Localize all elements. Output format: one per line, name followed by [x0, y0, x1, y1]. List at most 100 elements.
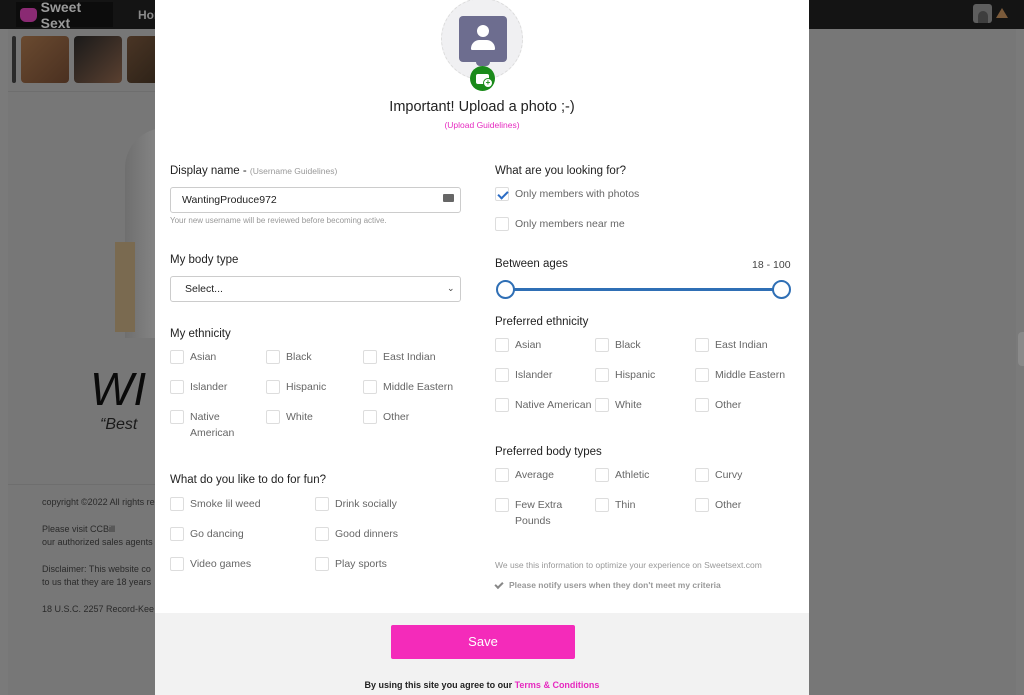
fun-label: What do you like to do for fun?: [170, 474, 326, 486]
divider: [8, 484, 158, 485]
checkbox-icon[interactable]: [495, 338, 509, 352]
preferred-body-checkbox[interactable]: Average: [495, 467, 580, 483]
looking-for-checkbox[interactable]: Only members with photos: [495, 186, 775, 202]
footer-disclaimer: Disclaimer: This website co: [42, 564, 151, 574]
ethnicity-checkbox[interactable]: Hispanic: [266, 379, 356, 395]
preferred-ethnicity-checkbox[interactable]: Black: [595, 337, 690, 353]
looking-for-checkbox[interactable]: Only members near me: [495, 216, 775, 232]
side-tab-handle[interactable]: [1018, 332, 1024, 366]
ethnicity-checkbox[interactable]: White: [266, 409, 356, 425]
checkbox-icon[interactable]: [495, 368, 509, 382]
preferred-ethnicity-checkbox[interactable]: Other: [695, 397, 805, 413]
upload-guidelines-link[interactable]: (Upload Guidelines): [155, 120, 809, 130]
ethnicity-option-label: Islander: [190, 381, 228, 393]
fun-option-label: Drink socially: [335, 498, 397, 510]
avatar-placeholder-icon[interactable]: [459, 16, 507, 62]
password-manager-icon[interactable]: [443, 194, 454, 202]
preferred-ethnicity-checkbox[interactable]: Islander: [495, 367, 595, 383]
ages-slider-min-handle[interactable]: [496, 280, 515, 299]
fun-checkbox[interactable]: Go dancing: [170, 526, 310, 542]
footer-2257: 18 U.S.C. 2257 Record-Kee: [42, 604, 155, 614]
checkbox-icon[interactable]: [266, 350, 280, 364]
add-photo-button[interactable]: [470, 66, 495, 91]
checkbox-icon[interactable]: [363, 350, 377, 364]
profile-modal: Important! Upload a photo ;-) (Upload Gu…: [155, 0, 809, 695]
checkbox-icon[interactable]: [495, 217, 509, 231]
ethnicity-checkbox[interactable]: Other: [363, 409, 463, 425]
checkbox-icon[interactable]: [170, 410, 184, 424]
checkbox-icon[interactable]: [595, 398, 609, 412]
checkbox-icon[interactable]: [695, 368, 709, 382]
looking-for-label: What are you looking for?: [495, 165, 627, 177]
user-avatar-icon[interactable]: [973, 4, 992, 23]
checkbox-icon[interactable]: [595, 368, 609, 382]
checkbox-icon[interactable]: [695, 468, 709, 482]
checkbox-icon[interactable]: [363, 380, 377, 394]
ethnicity-checkbox[interactable]: Native American: [170, 409, 260, 441]
divider: [8, 91, 158, 92]
preferred-ethnicity-option-label: White: [615, 399, 642, 411]
preferred-ethnicity-checkbox[interactable]: White: [595, 397, 690, 413]
thumbnail[interactable]: [21, 36, 69, 83]
checkbox-icon[interactable]: [595, 338, 609, 352]
preferred-ethnicity-checkbox[interactable]: Middle Eastern: [695, 367, 805, 383]
preferred-body-checkbox[interactable]: Few Extra Pounds: [495, 497, 580, 529]
ethnicity-checkbox[interactable]: East Indian: [363, 349, 463, 365]
ethnicity-checkbox[interactable]: Asian: [170, 349, 260, 365]
checkbox-icon[interactable]: [266, 380, 280, 394]
checkbox-icon[interactable]: [695, 398, 709, 412]
ethnicity-checkbox[interactable]: Black: [266, 349, 356, 365]
checkbox-icon[interactable]: [695, 338, 709, 352]
display-name-input[interactable]: WantingProduce972: [170, 187, 461, 213]
looking-for-option-label: Only members near me: [515, 218, 625, 230]
checkbox-icon[interactable]: [495, 498, 509, 512]
ethnicity-checkbox[interactable]: Middle Eastern: [363, 379, 463, 395]
preferred-body-checkbox[interactable]: Athletic: [595, 467, 690, 483]
checkbox-icon[interactable]: [170, 527, 184, 541]
save-button[interactable]: Save: [391, 625, 575, 659]
ethnicity-checkbox[interactable]: Islander: [170, 379, 260, 395]
ages-label: Between ages: [495, 258, 568, 270]
username-guidelines-link[interactable]: (Username Guidelines): [250, 166, 337, 176]
checkbox-icon[interactable]: [315, 527, 329, 541]
ages-slider-max-handle[interactable]: [772, 280, 791, 299]
fun-checkbox[interactable]: Good dinners: [315, 526, 455, 542]
terms-link[interactable]: Terms & Conditions: [515, 680, 600, 690]
checkbox-icon[interactable]: [170, 557, 184, 571]
fun-option-label: Good dinners: [335, 528, 399, 540]
checkbox-icon[interactable]: [170, 350, 184, 364]
checkbox-icon[interactable]: [595, 468, 609, 482]
preferred-ethnicity-checkbox[interactable]: Asian: [495, 337, 595, 353]
checkbox-icon[interactable]: [495, 398, 509, 412]
preferred-body-option-label: Other: [715, 499, 742, 511]
fun-checkbox[interactable]: Drink socially: [315, 496, 455, 512]
thumbnail[interactable]: [74, 36, 122, 83]
preferred-body-checkbox[interactable]: Curvy: [695, 467, 805, 483]
checkbox-icon[interactable]: [266, 410, 280, 424]
ages-slider-track[interactable]: [505, 288, 783, 291]
preferred-body-checkbox[interactable]: Thin: [595, 497, 690, 513]
checkbox-icon[interactable]: [363, 410, 377, 424]
fun-checkbox[interactable]: Play sports: [315, 556, 455, 572]
logo-text: Sweet Sext: [40, 0, 82, 31]
fun-checkbox[interactable]: Video games: [170, 556, 310, 572]
thumbnail[interactable]: [12, 36, 16, 83]
checkbox-icon[interactable]: [695, 498, 709, 512]
preferred-ethnicity-checkbox[interactable]: Hispanic: [595, 367, 690, 383]
checkbox-icon[interactable]: [495, 468, 509, 482]
checkbox-icon[interactable]: [170, 497, 184, 511]
preferred-ethnicity-checkbox[interactable]: Native American: [495, 397, 595, 413]
preferred-body-checkbox[interactable]: Other: [695, 497, 805, 513]
body-type-select[interactable]: Select...: [170, 276, 461, 302]
fun-checkbox[interactable]: Smoke lil weed: [170, 496, 310, 512]
chevron-down-icon: ⌄: [447, 283, 455, 293]
checkbox-icon[interactable]: [315, 557, 329, 571]
checkbox-icon[interactable]: [170, 380, 184, 394]
warning-icon[interactable]: [996, 8, 1008, 18]
checkbox-icon[interactable]: [595, 498, 609, 512]
site-logo[interactable]: Sweet Sext: [16, 0, 113, 31]
preferred-ethnicity-checkbox[interactable]: East Indian: [695, 337, 805, 353]
checkbox-checked-icon[interactable]: [495, 187, 509, 201]
checkbox-icon[interactable]: [315, 497, 329, 511]
notify-users-toggle[interactable]: Please notify users when they don't meet…: [494, 579, 721, 590]
